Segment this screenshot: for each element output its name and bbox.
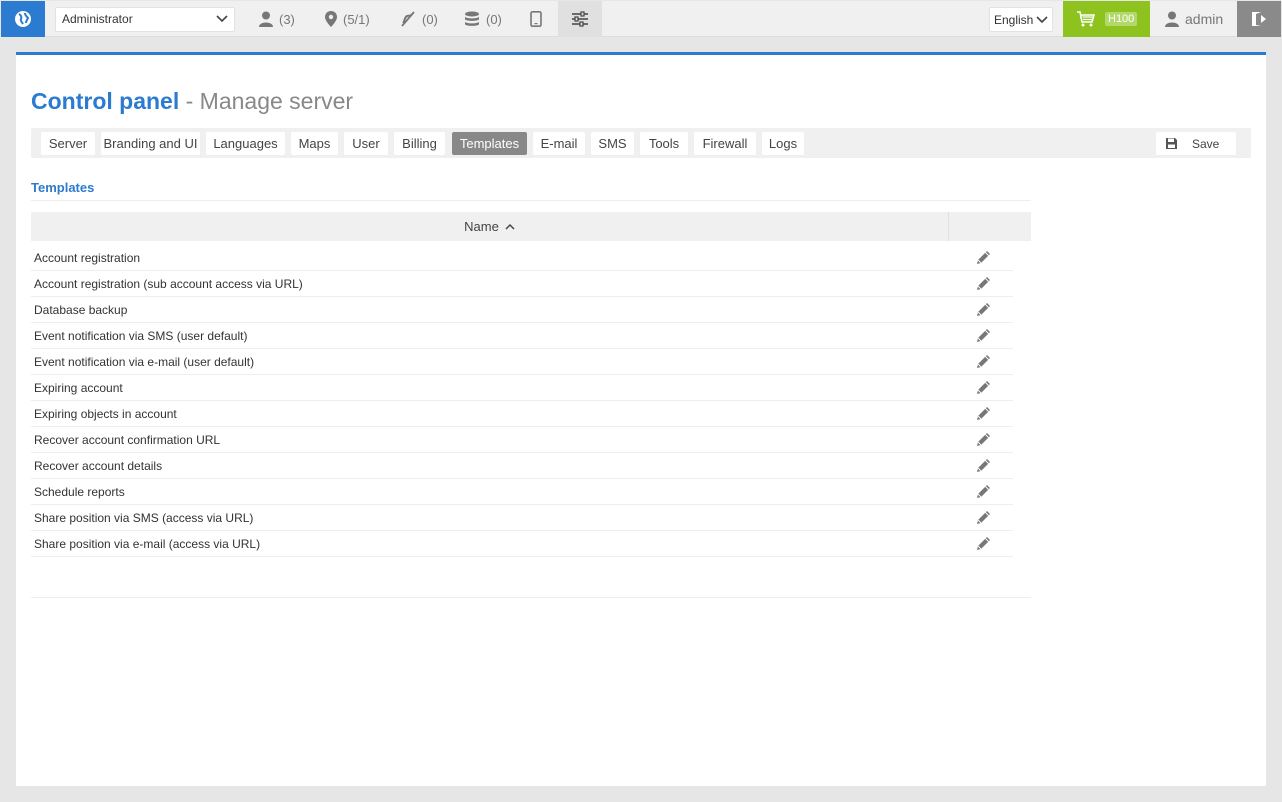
sliders-icon (572, 11, 588, 27)
section-divider (31, 200, 1031, 201)
tab-email[interactable]: E-mail (533, 132, 585, 155)
logout-button[interactable] (1237, 1, 1281, 37)
events-count: (0) (422, 11, 438, 27)
table-row[interactable]: Database backup (31, 297, 1013, 323)
cart-badge: H100 (1105, 12, 1138, 26)
tab-maps[interactable]: Maps (291, 132, 338, 155)
mobile-phone-icon (530, 11, 542, 27)
top-bar: Administrator (3) (5/1) (0) (0) English … (1, 1, 1281, 37)
reports-count: (0) (486, 11, 502, 27)
edit-pencil-icon[interactable] (974, 327, 992, 345)
table-row[interactable]: Recover account details (31, 453, 1013, 479)
table-row[interactable]: Account registration (sub account access… (31, 271, 1013, 297)
edit-pencil-icon[interactable] (974, 483, 992, 501)
edit-pencil-icon[interactable] (974, 431, 992, 449)
template-name: Recover account details (34, 459, 163, 473)
role-select-value: Administrator (62, 12, 133, 26)
globe-button[interactable] (1, 1, 45, 37)
events-counter[interactable]: (0) (400, 1, 438, 37)
role-select[interactable]: Administrator (55, 7, 235, 32)
page-title-main: Control panel (31, 88, 180, 114)
template-name: Database backup (34, 303, 128, 317)
globe-icon (15, 11, 31, 27)
table-row[interactable]: Account registration (31, 245, 1013, 271)
edit-pencil-icon[interactable] (974, 509, 992, 527)
save-label: Save (1192, 136, 1220, 151)
grid-header: Name (31, 212, 1031, 241)
logout-icon (1252, 12, 1266, 26)
section-title: Templates (31, 180, 95, 195)
edit-pencil-icon[interactable] (974, 301, 992, 319)
tab-languages[interactable]: Languages (206, 132, 285, 155)
cart-button[interactable]: H100 (1063, 1, 1150, 37)
user-menu-button[interactable]: admin (1151, 1, 1237, 37)
template-name: Share position via SMS (access via URL) (34, 511, 254, 525)
main-panel: Control panel - Manage server Server Bra… (16, 52, 1266, 786)
edit-pencil-icon[interactable] (974, 249, 992, 267)
language-select[interactable]: English (989, 7, 1053, 32)
tab-tools[interactable]: Tools (640, 132, 688, 155)
signal-off-icon (401, 11, 415, 27)
template-name: Schedule reports (34, 485, 125, 499)
table-row[interactable]: Expiring account (31, 375, 1013, 401)
template-name: Expiring account (34, 381, 123, 395)
template-name: Expiring objects in account (34, 407, 177, 421)
template-name: Account registration (34, 251, 141, 265)
chevron-down-icon (216, 15, 228, 23)
table-row[interactable]: Recover account confirmation URL (31, 427, 1013, 453)
users-count: (3) (279, 11, 295, 27)
grid-footer-divider (31, 597, 1031, 598)
table-row[interactable]: Share position via e-mail (access via UR… (31, 531, 1013, 557)
cart-icon (1077, 11, 1095, 27)
tab-sms[interactable]: SMS (591, 132, 634, 155)
edit-pencil-icon[interactable] (974, 457, 992, 475)
places-count: (5/1) (343, 11, 370, 27)
language-value: English (994, 13, 1034, 27)
table-row[interactable]: Schedule reports (31, 479, 1013, 505)
edit-pencil-icon[interactable] (974, 275, 992, 293)
name-column-label: Name (464, 219, 499, 234)
mobile-button[interactable] (530, 1, 548, 37)
template-name: Event notification via SMS (user default… (34, 329, 248, 343)
tab-billing[interactable]: Billing (394, 132, 445, 155)
edit-pencil-icon[interactable] (974, 405, 992, 423)
tab-logs[interactable]: Logs (762, 132, 804, 155)
edit-pencil-icon[interactable] (974, 353, 992, 371)
users-counter[interactable]: (3) (259, 1, 295, 37)
table-row[interactable]: Expiring objects in account (31, 401, 1013, 427)
table-row[interactable]: Event notification via e-mail (user defa… (31, 349, 1013, 375)
save-button[interactable]: Save (1156, 132, 1236, 155)
templates-list: Account registration Account registration… (31, 245, 1013, 557)
tab-server[interactable]: Server (41, 132, 95, 155)
template-name: Event notification via e-mail (user defa… (34, 355, 255, 369)
sort-ascending-icon (505, 223, 515, 230)
page-title: Control panel - Manage server (31, 88, 353, 115)
table-row[interactable]: Share position via SMS (access via URL) (31, 505, 1013, 531)
map-pin-icon (325, 11, 337, 27)
template-name: Account registration (sub account access… (34, 277, 303, 291)
page-subtitle: - Manage server (185, 88, 354, 114)
floppy-disk-icon (1166, 138, 1177, 149)
user-icon (1165, 11, 1179, 27)
tab-branding-and-ui[interactable]: Branding and UI (101, 132, 200, 155)
chevron-down-icon (1036, 16, 1048, 24)
tab-bar: Server Branding and UI Languages Maps Us… (31, 128, 1251, 158)
name-column-header[interactable]: Name (31, 212, 949, 241)
tab-templates[interactable]: Templates (452, 132, 527, 155)
edit-pencil-icon[interactable] (974, 535, 992, 553)
places-counter[interactable]: (5/1) (325, 1, 370, 37)
settings-button[interactable] (558, 1, 602, 37)
tab-user[interactable]: User (344, 132, 388, 155)
table-row[interactable]: Event notification via SMS (user default… (31, 323, 1013, 349)
template-name: Share position via e-mail (access via UR… (34, 537, 261, 551)
username: admin (1185, 11, 1224, 27)
tab-firewall[interactable]: Firewall (694, 132, 756, 155)
template-name: Recover account confirmation URL (34, 433, 221, 447)
reports-counter[interactable]: (0) (464, 1, 502, 37)
edit-pencil-icon[interactable] (974, 379, 992, 397)
database-icon (465, 11, 479, 26)
user-icon (259, 11, 273, 27)
